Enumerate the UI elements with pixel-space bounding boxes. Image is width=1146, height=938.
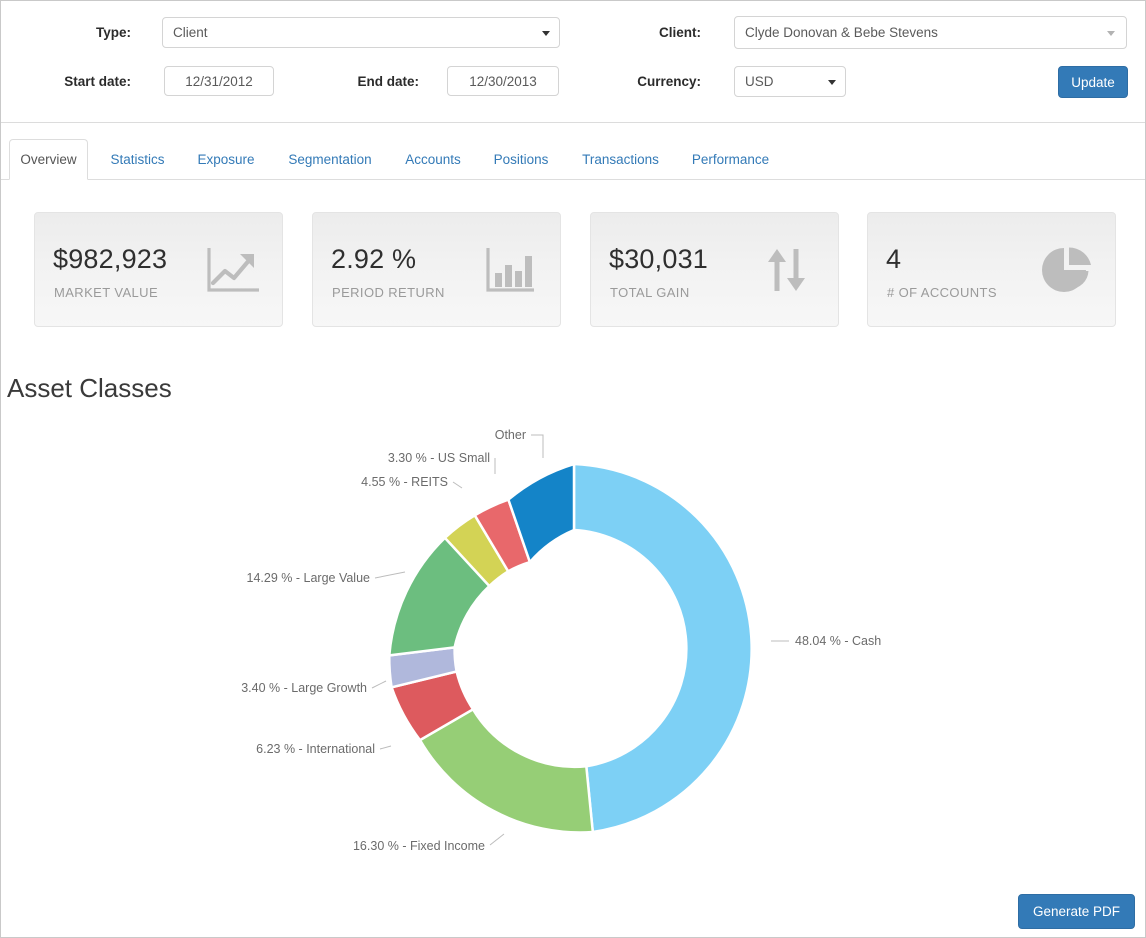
kpi-card-market-value: $982,923 MARKET VALUE [34, 212, 283, 327]
tab-statistics[interactable]: Statistics [98, 139, 177, 180]
tab-performance[interactable]: Performance [679, 139, 782, 180]
up-down-arrows-icon [762, 245, 816, 295]
kpi-card-period-return: 2.92 % PERIOD RETURN [312, 212, 561, 327]
client-label: Client: [659, 25, 701, 40]
generate-pdf-button[interactable]: Generate PDF [1017, 894, 1135, 929]
slice-fixed-income[interactable] [418, 707, 595, 834]
type-select[interactable]: Client [162, 17, 560, 48]
slice-label-other: Other [495, 428, 526, 442]
start-date-input[interactable]: 12/31/2012 [164, 66, 274, 96]
kpi-label: PERIOD RETURN [332, 285, 445, 300]
tab-overview[interactable]: Overview [9, 139, 88, 180]
slice-label-us-small: 3.30 % - US Small [388, 451, 490, 465]
start-date-value: 12/31/2012 [185, 73, 253, 89]
slice-cash[interactable] [572, 462, 753, 834]
kpi-value: 4 [886, 244, 902, 274]
page-title: Asset Classes [7, 373, 172, 403]
kpi-label: # OF ACCOUNTS [887, 285, 997, 300]
line-chart-icon [206, 245, 260, 295]
chevron-down-icon [542, 30, 550, 36]
start-date-label: Start date: [64, 74, 131, 89]
end-date-label: End date: [357, 74, 419, 89]
chevron-down-icon [828, 79, 836, 85]
bar-chart-icon [484, 245, 538, 295]
slice-label-reits: 4.55 % - REITS [361, 475, 448, 489]
portfolio-overview-page: Type: Client Client: Clyde Donovan & Beb… [0, 0, 1146, 938]
end-date-value: 12/30/2013 [469, 73, 537, 89]
tab-segmentation[interactable]: Segmentation [274, 139, 386, 180]
tab-bar: Overview Statistics Exposure Segmentatio… [1, 139, 1145, 180]
end-date-input[interactable]: 12/30/2013 [447, 66, 559, 96]
chevron-down-icon [1107, 30, 1115, 36]
kpi-card-total-gain: $30,031 TOTAL GAIN [590, 212, 839, 327]
client-select-value: Clyde Donovan & Bebe Stevens [745, 25, 938, 40]
slice-label-fixed-income: 16.30 % - Fixed Income [353, 839, 485, 853]
filter-bar: Type: Client Client: Clyde Donovan & Beb… [1, 1, 1145, 123]
currency-select[interactable]: USD [734, 66, 846, 97]
update-button[interactable]: Update [1058, 66, 1128, 98]
tab-accounts[interactable]: Accounts [393, 139, 473, 180]
type-label: Type: [95, 25, 131, 40]
type-select-value: Client [173, 25, 208, 40]
kpi-value: $30,031 [609, 244, 708, 274]
currency-label: Currency: [637, 74, 701, 89]
kpi-label: MARKET VALUE [54, 285, 159, 300]
tab-transactions[interactable]: Transactions [568, 139, 673, 180]
slice-label-large-value: 14.29 % - Large Value [247, 571, 371, 585]
slice-label-large-growth: 3.40 % - Large Growth [241, 681, 367, 695]
donut-slices [387, 462, 753, 834]
kpi-value: $982,923 [53, 244, 168, 274]
slice-label-cash: 48.04 % - Cash [795, 634, 881, 648]
kpi-value: 2.92 % [331, 244, 417, 274]
kpi-card-number-of-accounts: 4 # OF ACCOUNTS [867, 212, 1116, 327]
tab-exposure[interactable]: Exposure [187, 139, 265, 180]
kpi-label: TOTAL GAIN [610, 285, 690, 300]
pie-chart-icon [1039, 245, 1093, 295]
tab-positions[interactable]: Positions [481, 139, 561, 180]
slice-label-international: 6.23 % - International [256, 742, 375, 756]
currency-select-value: USD [745, 74, 774, 89]
asset-classes-donut-chart: 48.04 % - Cash 16.30 % - Fixed Income 6.… [1, 411, 1145, 881]
client-select[interactable]: Clyde Donovan & Bebe Stevens [734, 16, 1127, 49]
